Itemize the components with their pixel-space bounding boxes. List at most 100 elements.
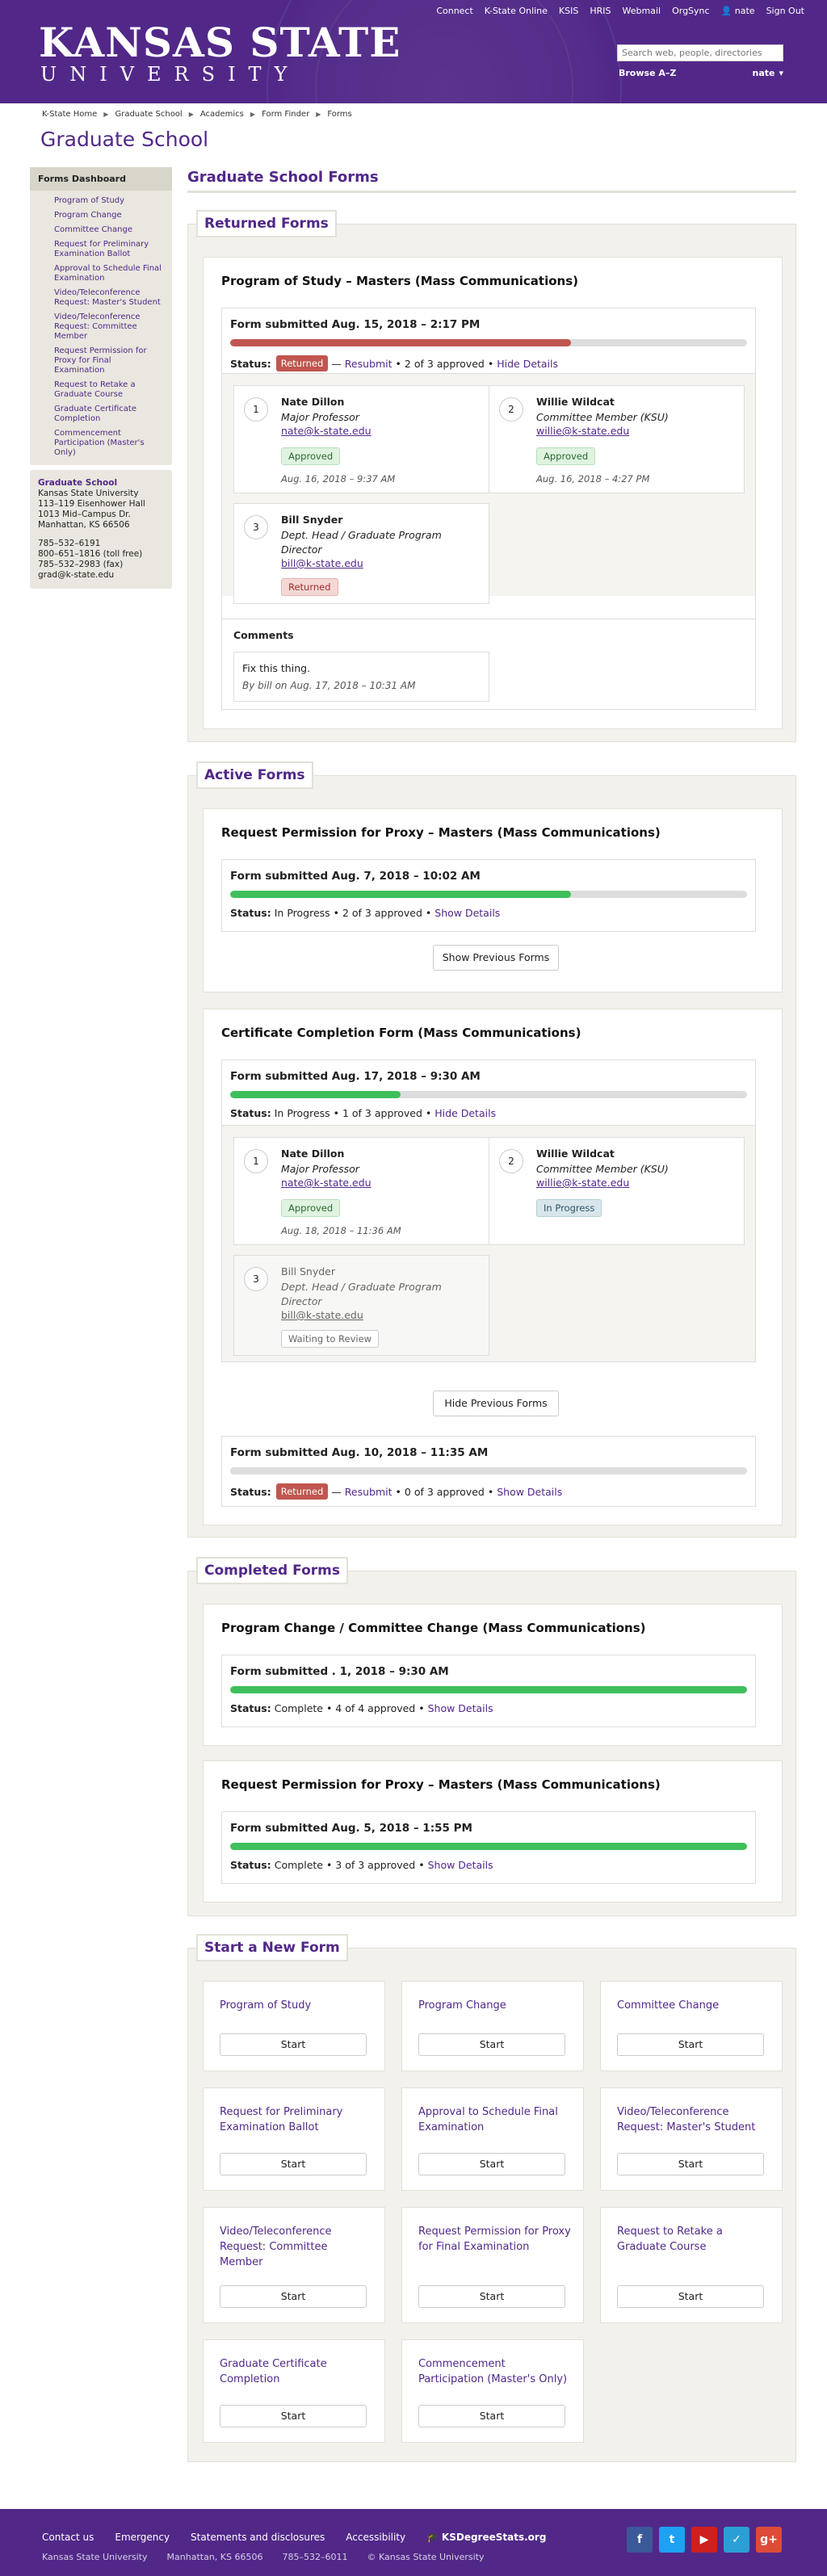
sidebar-item-preliminary-ballot[interactable]: Request for Preliminary Examination Ball… (30, 237, 172, 262)
dash-separator: — (331, 357, 342, 370)
approver-role: Committee Member (KSU) (536, 1163, 669, 1175)
form-tile-name[interactable]: Video/Teleconference Request: Committee … (220, 2224, 373, 2270)
contact-line: 785–532–6191 (38, 539, 101, 548)
approver-email[interactable]: nate@k-state.edu (281, 425, 372, 437)
previous-submission: Form submitted Aug. 10, 2018 – 11:35 AM … (221, 1436, 756, 1507)
form-tile-name[interactable]: Video/Teleconference Request: Master's S… (617, 2104, 770, 2135)
start-button[interactable]: Start (220, 2033, 367, 2056)
util-link-webmail[interactable]: Webmail (623, 6, 661, 16)
progress-bar (230, 1091, 747, 1098)
sidebar-item-program-change[interactable]: Program Change (30, 208, 172, 223)
form-tile-name[interactable]: Approval to Schedule Final Examination (418, 2104, 572, 2135)
sidebar-heading[interactable]: Forms Dashboard (30, 167, 172, 191)
form-tile-name[interactable]: Graduate Certificate Completion (220, 2356, 373, 2387)
sidebar-item-final-exam[interactable]: Approval to Schedule Final Examination (30, 262, 172, 286)
util-link-ksis[interactable]: KSIS (559, 6, 578, 16)
checkmark-icon[interactable]: ✓ (724, 2527, 749, 2553)
approver-email[interactable]: bill@k-state.edu (281, 1309, 363, 1321)
footer-link-emergency[interactable]: Emergency (115, 2532, 170, 2543)
sidebar-item-retake[interactable]: Request to Retake a Graduate Course (30, 378, 172, 402)
sidebar-item-program-of-study[interactable]: Program of Study (30, 194, 172, 208)
contact-line: 1013 Mid–Campus Dr. (38, 510, 131, 519)
util-link-connect[interactable]: Connect (436, 6, 472, 16)
show-details-link[interactable]: Show Details (428, 1702, 493, 1714)
start-button[interactable]: Start (617, 2153, 764, 2175)
sidebar-item-committee-change[interactable]: Committee Change (30, 223, 172, 237)
sidebar-item-certificate[interactable]: Graduate Certificate Completion (30, 402, 172, 426)
user-menu[interactable]: nate ▾ (752, 68, 783, 78)
show-details-link[interactable]: Show Details (428, 1859, 493, 1871)
status-label: Status: (230, 357, 271, 370)
approver-email[interactable]: willie@k-state.edu (536, 425, 629, 437)
submission-date: Form submitted Aug. 7, 2018 – 10:02 AM (230, 870, 481, 883)
sign-out-link[interactable]: Sign Out (766, 6, 804, 16)
resubmit-link[interactable]: Resubmit (345, 358, 393, 370)
util-user[interactable]: 👤 nate (721, 6, 755, 16)
start-button[interactable]: Start (418, 2285, 565, 2308)
footer-link-accessibility[interactable]: Accessibility (346, 2532, 405, 2543)
status-label: Status: (230, 1859, 271, 1871)
submission: Form submitted Aug. 15, 2018 – 2:17 PM S… (221, 308, 756, 710)
ksu-logo[interactable]: KANSAS STATE UNIVERSITY (39, 23, 401, 86)
progress-bar (230, 1843, 747, 1850)
start-button[interactable]: Start (617, 2033, 764, 2056)
youtube-icon[interactable]: ▶ (691, 2527, 717, 2553)
form-tile-name[interactable]: Request to Retake a Graduate Course (617, 2224, 770, 2255)
chevron-right-icon: ▶ (103, 111, 109, 118)
show-previous-forms-button[interactable]: Show Previous Forms (433, 945, 559, 971)
start-button[interactable]: Start (617, 2285, 764, 2308)
breadcrumb-item[interactable]: Graduate School (115, 110, 182, 119)
approver-name: Nate Dillon (281, 1147, 345, 1160)
form-tile: Graduate Certificate Completion Start (203, 2339, 385, 2443)
breadcrumb-item: Forms (327, 110, 352, 119)
approver-email[interactable]: nate@k-state.edu (281, 1177, 372, 1189)
form-title: Certificate Completion Form (Mass Commun… (221, 1026, 581, 1040)
show-details-link[interactable]: Show Details (434, 907, 500, 919)
hide-previous-forms-button[interactable]: Hide Previous Forms (433, 1391, 559, 1416)
hide-details-link[interactable]: Hide Details (497, 358, 558, 370)
form-tile-name[interactable]: Request for Preliminary Examination Ball… (220, 2104, 373, 2135)
breadcrumb-item[interactable]: Form Finder (262, 110, 309, 119)
contact-title[interactable]: Graduate School (38, 478, 164, 489)
start-button[interactable]: Start (220, 2405, 367, 2427)
form-tile-name[interactable]: Program of Study (220, 1998, 373, 2013)
resubmit-link[interactable]: Resubmit (345, 1486, 393, 1498)
approver-email[interactable]: willie@k-state.edu (536, 1177, 629, 1189)
sidebar-item-commencement[interactable]: Commencement Participation (Master's Onl… (30, 426, 172, 460)
form-tile-name[interactable]: Commencement Participation (Master's Onl… (418, 2356, 572, 2387)
start-button[interactable]: Start (220, 2285, 367, 2308)
start-button[interactable]: Start (418, 2153, 565, 2175)
status-badge: Returned (275, 355, 329, 371)
util-link-orgsync[interactable]: OrgSync (672, 6, 709, 16)
sidebar-item-video-committee[interactable]: Video/Teleconference Request: Committee … (30, 310, 172, 344)
browse-az-link[interactable]: Browse A–Z (619, 68, 676, 78)
active-forms-section: Active Forms Request Permission for Prox… (187, 761, 796, 1538)
breadcrumb-item[interactable]: K-State Home (42, 110, 97, 119)
footer-link-degree-stats[interactable]: 🎓 KSDegreeStats.org (426, 2532, 546, 2543)
twitter-icon[interactable]: t (659, 2527, 685, 2553)
site-search-input[interactable] (617, 44, 783, 61)
form-tile-name[interactable]: Request Permission for Proxy for Final E… (418, 2224, 572, 2255)
bullet-separator: • (395, 1485, 401, 1498)
contact-email[interactable]: grad@k-state.edu (38, 570, 164, 581)
start-button[interactable]: Start (418, 2405, 565, 2427)
sidebar-item-video-masters[interactable]: Video/Teleconference Request: Master's S… (30, 286, 172, 310)
util-link-kstate-online[interactable]: K-State Online (485, 6, 548, 16)
approver-email[interactable]: bill@k-state.edu (281, 557, 363, 569)
googleplus-icon[interactable]: g+ (756, 2527, 782, 2553)
start-button[interactable]: Start (220, 2153, 367, 2175)
site-title[interactable]: Graduate School (40, 128, 208, 151)
section-title: Completed Forms (196, 1557, 348, 1584)
form-tile-name[interactable]: Committee Change (617, 1998, 770, 2013)
footer-link-statements[interactable]: Statements and disclosures (191, 2532, 325, 2543)
form-tile-name[interactable]: Program Change (418, 1998, 572, 2013)
util-link-hris[interactable]: HRIS (590, 6, 611, 16)
sidebar-item-proxy[interactable]: Request Permission for Proxy for Final E… (30, 344, 172, 378)
footer-link-contact[interactable]: Contact us (42, 2532, 94, 2543)
facebook-icon[interactable]: f (627, 2527, 653, 2553)
show-details-link[interactable]: Show Details (497, 1486, 562, 1498)
form-tile: Request to Retake a Graduate Course Start (600, 2207, 783, 2323)
breadcrumb-item[interactable]: Academics (200, 110, 244, 119)
hide-details-link[interactable]: Hide Details (434, 1107, 496, 1119)
start-button[interactable]: Start (418, 2033, 565, 2056)
